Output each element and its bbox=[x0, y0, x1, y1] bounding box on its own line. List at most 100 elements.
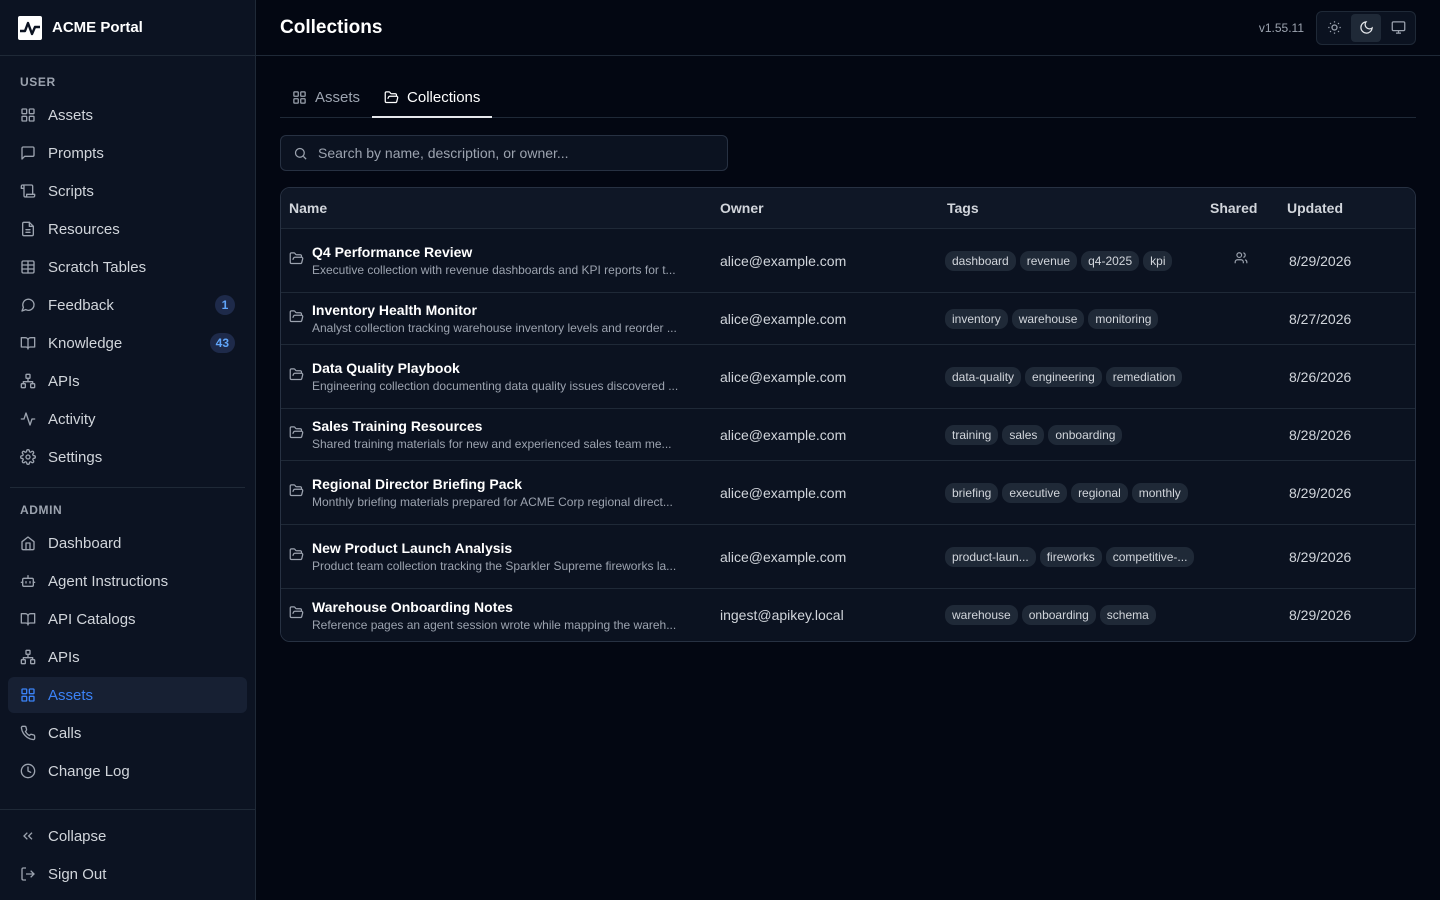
search-input[interactable] bbox=[318, 145, 715, 161]
cell-updated: 8/29/2026 bbox=[1289, 548, 1352, 565]
top-bar: Collections v1.55.11 bbox=[256, 0, 1440, 56]
table-row[interactable]: Sales Training Resources Shared training … bbox=[281, 409, 1415, 461]
cell-shared bbox=[1202, 251, 1279, 270]
table-header: Name Owner Tags Shared Updated bbox=[281, 188, 1415, 229]
sidebar-item-dashboard[interactable]: Dashboard bbox=[8, 525, 247, 561]
folder-icon bbox=[289, 367, 304, 387]
activity-icon bbox=[20, 411, 36, 427]
sidebar-item-agent-instructions[interactable]: Agent Instructions bbox=[8, 563, 247, 599]
sidebar-item-feedback[interactable]: Feedback 1 bbox=[8, 287, 247, 323]
collections-table: Name Owner Tags Shared Updated Q4 Perfor… bbox=[280, 187, 1416, 642]
search-box bbox=[280, 135, 728, 171]
collection-name[interactable]: Sales Training Resources bbox=[312, 418, 672, 434]
collection-name[interactable]: Warehouse Onboarding Notes bbox=[312, 599, 676, 615]
table-row[interactable]: Warehouse Onboarding Notes Reference page… bbox=[281, 589, 1415, 641]
version-label: v1.55.11 bbox=[1258, 20, 1304, 35]
cell-owner: ingest@apikey.local bbox=[720, 607, 844, 623]
section-label-user: USER bbox=[20, 75, 56, 89]
chevrons-left-icon bbox=[20, 828, 36, 844]
sidebar-item-label: Calls bbox=[48, 724, 82, 742]
gear-icon bbox=[20, 449, 36, 465]
collapse-button[interactable]: Collapse bbox=[8, 818, 247, 854]
sun-icon bbox=[1327, 21, 1341, 34]
sidebar-item-label: Assets bbox=[48, 106, 94, 124]
tag-chip: monitoring bbox=[1088, 308, 1159, 329]
sidebar-item-apis[interactable]: APIs bbox=[8, 363, 247, 399]
cell-name: Warehouse Onboarding Notes Reference page… bbox=[281, 599, 712, 632]
grid-icon bbox=[20, 687, 36, 703]
sidebar-item-resources[interactable]: Resources bbox=[8, 211, 247, 247]
collection-name[interactable]: Regional Director Briefing Pack bbox=[312, 476, 673, 492]
message-square-icon bbox=[20, 145, 36, 161]
sign-out-label: Sign Out bbox=[48, 865, 107, 883]
users-icon bbox=[1234, 251, 1248, 270]
log-out-icon bbox=[20, 866, 36, 882]
column-header-name[interactable]: Name bbox=[281, 200, 712, 216]
column-header-updated[interactable]: Updated bbox=[1279, 200, 1415, 216]
column-header-owner[interactable]: Owner bbox=[712, 200, 939, 216]
folder-icon bbox=[289, 425, 304, 445]
sidebar-item-prompts[interactable]: Prompts bbox=[8, 135, 247, 171]
cell-name: Sales Training Resources Shared training … bbox=[281, 418, 712, 451]
tab-collections[interactable]: Collections bbox=[372, 78, 493, 118]
tab-bar: Assets Collections bbox=[280, 56, 1416, 118]
cell-name: Inventory Health Monitor Analyst collecti… bbox=[281, 302, 712, 335]
theme-light-button[interactable] bbox=[1319, 14, 1349, 42]
tab-assets-label: Assets bbox=[315, 88, 361, 106]
grid-icon bbox=[293, 90, 306, 104]
table-row[interactable]: New Product Launch Analysis Product team … bbox=[281, 525, 1415, 589]
theme-dark-button[interactable] bbox=[1351, 13, 1381, 42]
cell-tags: briefing executive regional monthly bbox=[939, 475, 1202, 511]
cell-updated: 8/29/2026 bbox=[1289, 252, 1352, 269]
sidebar-item-assets[interactable]: Assets bbox=[8, 677, 247, 713]
cell-updated: 8/29/2026 bbox=[1289, 607, 1352, 623]
sidebar-item-scripts[interactable]: Scripts bbox=[8, 173, 247, 209]
tag-chip: fireworks bbox=[1039, 546, 1102, 567]
monitor-icon bbox=[1391, 21, 1405, 34]
sidebar-item-settings[interactable]: Settings bbox=[8, 439, 247, 475]
column-header-shared[interactable]: Shared bbox=[1202, 200, 1279, 216]
tab-assets[interactable]: Assets bbox=[280, 78, 372, 118]
tab-collections-label: Collections bbox=[407, 88, 481, 106]
column-header-tags[interactable]: Tags bbox=[939, 200, 1202, 216]
sidebar-item-label: Agent Instructions bbox=[48, 572, 169, 590]
theme-system-button[interactable] bbox=[1383, 14, 1413, 42]
collection-name[interactable]: New Product Launch Analysis bbox=[312, 540, 676, 556]
sidebar-item-assets[interactable]: Assets bbox=[8, 97, 247, 133]
collection-name[interactable]: Data Quality Playbook bbox=[312, 360, 678, 376]
tag-chip: onboarding bbox=[1048, 424, 1123, 445]
scroll-icon bbox=[20, 183, 36, 199]
sidebar-item-label: API Catalogs bbox=[48, 610, 136, 628]
table-row[interactable]: Data Quality Playbook Engineering collect… bbox=[281, 345, 1415, 409]
sidebar-item-label: APIs bbox=[48, 372, 80, 390]
sign-out-button[interactable]: Sign Out bbox=[8, 856, 247, 892]
cell-name: Regional Director Briefing Pack Monthly b… bbox=[281, 476, 712, 509]
tag-chip: regional bbox=[1071, 482, 1128, 503]
brand[interactable]: ACME Portal bbox=[0, 0, 255, 56]
sidebar-item-change-log[interactable]: Change Log bbox=[8, 753, 247, 789]
table-row[interactable]: Q4 Performance Review Executive collectio… bbox=[281, 229, 1415, 293]
phone-icon bbox=[20, 725, 36, 741]
sidebar-item-apis[interactable]: APIs bbox=[8, 639, 247, 675]
sidebar-item-calls[interactable]: Calls bbox=[8, 715, 247, 751]
cell-owner: alice@example.com bbox=[720, 310, 847, 327]
table-row[interactable]: Regional Director Briefing Pack Monthly b… bbox=[281, 461, 1415, 525]
sidebar-item-scratch-tables[interactable]: Scratch Tables bbox=[8, 249, 247, 285]
collection-name[interactable]: Q4 Performance Review bbox=[312, 244, 676, 260]
sidebar-item-knowledge[interactable]: Knowledge 43 bbox=[8, 325, 247, 361]
collection-name[interactable]: Inventory Health Monitor bbox=[312, 302, 677, 318]
grid-icon bbox=[20, 107, 36, 123]
cell-name: New Product Launch Analysis Product team … bbox=[281, 540, 712, 573]
table-icon bbox=[20, 259, 36, 275]
collection-description: Monthly briefing materials prepared for … bbox=[312, 495, 673, 509]
sidebar-item-label: Settings bbox=[48, 448, 103, 466]
count-badge: 43 bbox=[209, 333, 235, 353]
cell-tags: warehouse onboarding schema bbox=[939, 597, 1202, 633]
folder-icon bbox=[289, 309, 304, 329]
sidebar-divider bbox=[10, 487, 245, 488]
sidebar-item-api-catalogs[interactable]: API Catalogs bbox=[8, 601, 247, 637]
sidebar-item-activity[interactable]: Activity bbox=[8, 401, 247, 437]
file-icon bbox=[20, 221, 36, 237]
tag-chip: revenue bbox=[1019, 250, 1078, 271]
table-row[interactable]: Inventory Health Monitor Analyst collecti… bbox=[281, 293, 1415, 345]
